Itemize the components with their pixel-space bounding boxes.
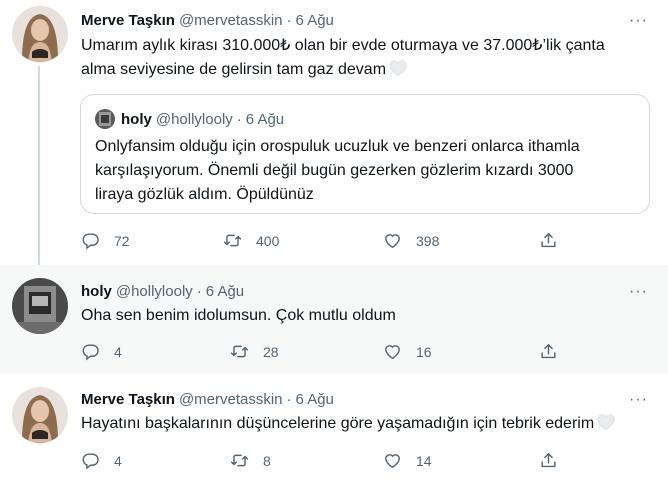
like-count: 14 bbox=[416, 452, 432, 469]
action-bar: 72 400 398 bbox=[81, 231, 561, 251]
action-bar: 4 28 16 bbox=[81, 342, 561, 362]
tweet-date[interactable]: 6 Ağu bbox=[296, 391, 334, 408]
tweet-date[interactable]: 6 Ağu bbox=[296, 12, 334, 29]
tweet-3[interactable]: Merve Taşkın @mervetasskin · 6 Ağu ··· H… bbox=[0, 374, 668, 483]
action-bar: 4 8 14 bbox=[81, 451, 561, 471]
avatar[interactable] bbox=[12, 278, 68, 334]
retweet-icon bbox=[223, 231, 242, 250]
reply-button[interactable]: 72 bbox=[81, 231, 130, 250]
tweet-header: Merve Taşkın @mervetasskin · 6 Ağu bbox=[81, 389, 334, 409]
reply-icon bbox=[81, 231, 100, 250]
reply-count: 4 bbox=[114, 452, 122, 469]
tweet-text-line: Umarım aylık kirası 310.000₺ olan bir ev… bbox=[81, 37, 605, 54]
tweet-header: Merve Taşkın @mervetasskin · 6 Ağu bbox=[81, 10, 334, 30]
quoted-text-line: Onlyfansim olduğu için orospuluk ucuzluk… bbox=[95, 138, 580, 155]
quoted-tweet-header: holy @hollylooly · 6 Ağu bbox=[95, 109, 284, 129]
tweet-text-line: alma seviyesine de gelirsin tam gaz deva… bbox=[81, 58, 651, 82]
tweet-text: Oha sen benim idolumsun. Çok mutlu oldum bbox=[81, 307, 396, 324]
avatar-photo bbox=[12, 6, 68, 62]
share-button[interactable] bbox=[539, 451, 558, 470]
more-icon[interactable]: ··· bbox=[629, 284, 648, 300]
share-icon bbox=[539, 451, 558, 470]
quoted-display-name: holy bbox=[121, 110, 152, 128]
quoted-user-handle: @hollylooly bbox=[155, 110, 233, 128]
retweet-button[interactable]: 28 bbox=[230, 342, 279, 361]
avatar[interactable] bbox=[12, 387, 68, 443]
display-name[interactable]: Merve Taşkın bbox=[81, 12, 175, 29]
white-heart-icon bbox=[596, 413, 616, 431]
quoted-text-line: liraya gözlük aldım. Öpüldünüz bbox=[95, 186, 314, 203]
share-icon bbox=[539, 231, 558, 250]
share-button[interactable] bbox=[539, 342, 558, 361]
separator-dot: · bbox=[286, 11, 292, 29]
like-icon bbox=[383, 231, 402, 250]
retweet-button[interactable]: 400 bbox=[223, 231, 279, 250]
like-count: 398 bbox=[416, 232, 440, 249]
avatar-photo bbox=[12, 387, 68, 443]
like-icon bbox=[383, 451, 402, 470]
avatar-photo bbox=[12, 278, 68, 334]
tweet-2[interactable]: holy @hollylooly · 6 Ağu ··· Oha sen ben… bbox=[0, 265, 668, 374]
user-handle[interactable]: @hollylooly bbox=[116, 283, 193, 300]
quoted-avatar bbox=[95, 109, 115, 129]
separator-dot: · bbox=[236, 110, 242, 128]
share-button[interactable] bbox=[539, 231, 558, 250]
like-button[interactable]: 14 bbox=[383, 451, 432, 470]
reply-count: 4 bbox=[114, 343, 122, 360]
quoted-tweet-text: Onlyfansim olduğu için orospuluk ucuzluk… bbox=[95, 135, 635, 207]
share-icon bbox=[539, 342, 558, 361]
retweet-count: 28 bbox=[263, 343, 279, 360]
avatar[interactable] bbox=[12, 6, 68, 62]
tweet-text: Umarım aylık kirası 310.000₺ olan bir ev… bbox=[81, 34, 651, 82]
more-icon[interactable]: ··· bbox=[629, 392, 648, 408]
tweet-header: holy @hollylooly · 6 Ağu bbox=[81, 281, 244, 301]
quoted-tweet-date: 6 Ağu bbox=[245, 110, 285, 128]
separator-dot: · bbox=[196, 282, 202, 300]
user-handle[interactable]: @mervetasskin bbox=[179, 12, 283, 29]
display-name[interactable]: holy bbox=[81, 283, 112, 300]
reply-button[interactable]: 4 bbox=[81, 451, 122, 470]
user-handle[interactable]: @mervetasskin bbox=[179, 391, 283, 408]
reply-icon bbox=[81, 342, 100, 361]
display-name[interactable]: Merve Taşkın bbox=[81, 391, 175, 408]
quoted-text-line: karşılaşıyorum. Önemli değil bugün gezer… bbox=[95, 162, 574, 179]
retweet-icon bbox=[230, 342, 249, 361]
white-heart-icon bbox=[388, 59, 408, 77]
like-button[interactable]: 398 bbox=[383, 231, 439, 250]
like-icon bbox=[383, 342, 402, 361]
like-count: 16 bbox=[416, 343, 432, 360]
reply-icon bbox=[81, 451, 100, 470]
more-icon[interactable]: ··· bbox=[629, 13, 648, 29]
retweet-icon bbox=[230, 451, 249, 470]
tweet-1[interactable]: Merve Taşkın @mervetasskin · 6 Ağu ··· U… bbox=[0, 0, 668, 265]
reply-button[interactable]: 4 bbox=[81, 342, 122, 361]
thread-line bbox=[38, 66, 40, 265]
reply-count: 72 bbox=[114, 232, 130, 249]
retweet-count: 400 bbox=[256, 232, 280, 249]
tweet-date[interactable]: 6 Ağu bbox=[206, 283, 244, 300]
separator-dot: · bbox=[286, 390, 292, 408]
quoted-tweet[interactable]: holy @hollylooly · 6 Ağu Onlyfansim oldu… bbox=[80, 94, 650, 214]
retweet-button[interactable]: 8 bbox=[230, 451, 271, 470]
like-button[interactable]: 16 bbox=[383, 342, 432, 361]
tweet-text: Hayatını başkalarının düşüncelerine göre… bbox=[81, 412, 651, 436]
retweet-count: 8 bbox=[263, 452, 271, 469]
